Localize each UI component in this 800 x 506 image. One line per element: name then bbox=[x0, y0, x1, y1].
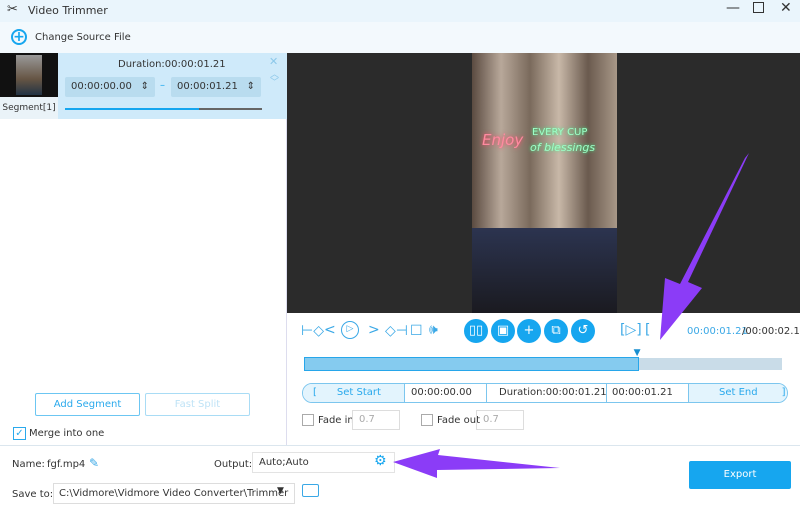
annotation-arrow bbox=[660, 153, 749, 340]
annotation-arrow bbox=[393, 449, 560, 478]
annotation-arrows bbox=[393, 153, 749, 478]
